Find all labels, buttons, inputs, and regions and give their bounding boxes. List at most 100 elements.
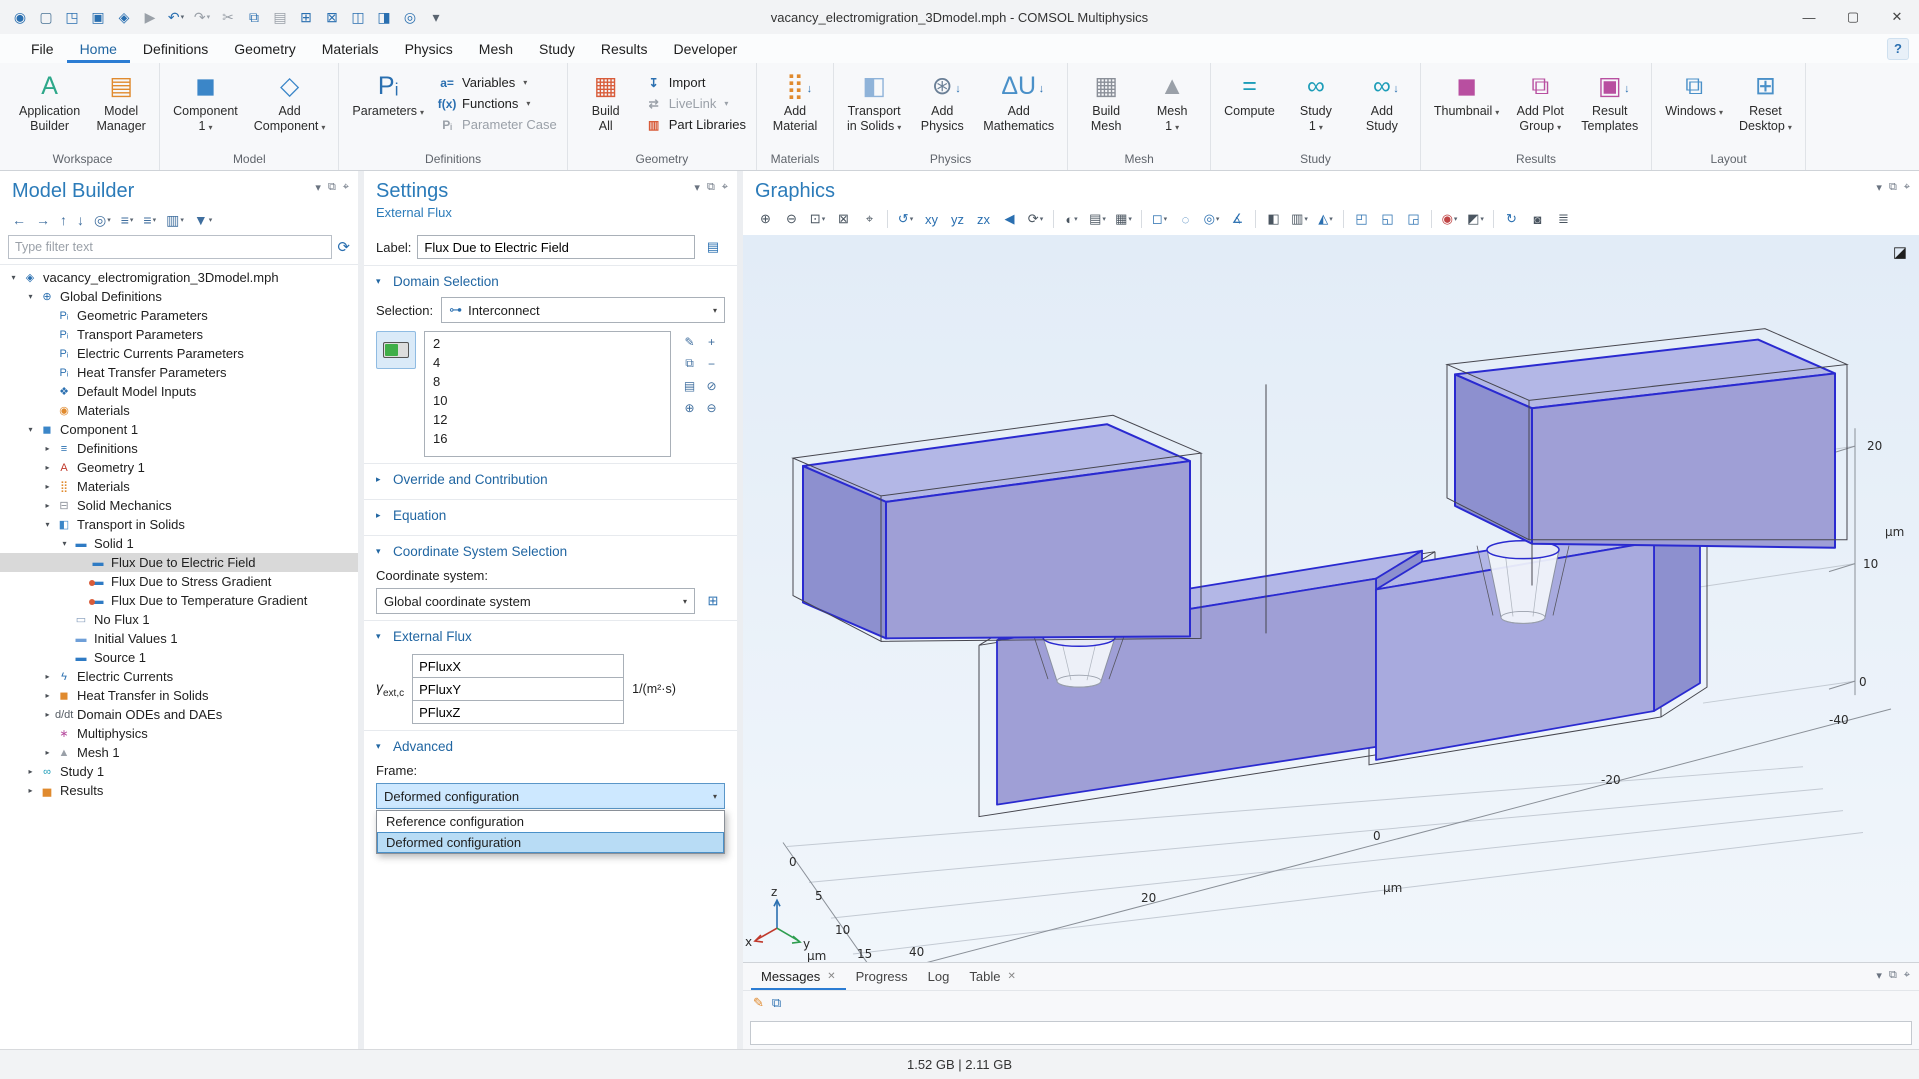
tree-caret-icon[interactable]: ▸: [40, 444, 55, 453]
thumbnail-button[interactable]: ◼Thumbnail▾: [1427, 66, 1506, 120]
back-button[interactable]: ←: [8, 209, 30, 231]
model-manager-button[interactable]: ▤ModelManager: [89, 66, 153, 134]
plot-settings-icon[interactable]: ◪: [1893, 243, 1907, 261]
tree-caret-icon[interactable]: ▸: [40, 482, 55, 491]
hide-objects-button[interactable]: ◭▾: [1313, 207, 1338, 231]
application-builder-button[interactable]: AApplicationBuilder: [12, 66, 87, 134]
tree-caret-icon[interactable]: ▾: [23, 292, 38, 301]
pin-panel-icon[interactable]: ⌖: [1904, 181, 1910, 194]
parameters-button[interactable]: PᵢParameters▾: [345, 66, 431, 120]
domain-list-item[interactable]: 4: [425, 353, 670, 372]
domain-list[interactable]: 248101216: [424, 331, 671, 457]
active-selection-toggle[interactable]: [376, 331, 416, 369]
tree-item-component-1[interactable]: ▾◼Component 1: [0, 420, 358, 439]
tree-item-solid-1[interactable]: ▾▬Solid 1: [0, 534, 358, 553]
menu-home[interactable]: Home: [67, 34, 130, 63]
tree-item-domain-odes-and-daes[interactable]: ▸d/dtDomain ODEs and DAEs: [0, 705, 358, 724]
close-tab-icon[interactable]: ✕: [827, 971, 835, 982]
tree-item-default-model-inputs[interactable]: ❖Default Model Inputs: [0, 382, 358, 401]
tree-item-flux-due-to-stress-gradient[interactable]: ▬Flux Due to Stress Gradient: [0, 572, 358, 591]
collapse-button[interactable]: ≡▾: [139, 209, 160, 231]
tree-item-definitions[interactable]: ▸≡Definitions: [0, 439, 358, 458]
delete-button[interactable]: ⊠: [320, 4, 344, 30]
tree-item-materials[interactable]: ▸⣿Materials: [0, 477, 358, 496]
create-selection-button[interactable]: ✎: [679, 331, 700, 352]
maximize-button[interactable]: ▢: [1831, 1, 1875, 34]
float-panel-icon[interactable]: ⧉: [1889, 969, 1897, 982]
add-component-button[interactable]: ◇AddComponent▾: [247, 66, 333, 135]
filter-button[interactable]: ▼▾: [190, 209, 216, 231]
add-physics-button[interactable]: ⊛↓AddPhysics: [910, 66, 974, 134]
view-zx-button[interactable]: zx: [971, 207, 996, 231]
tree-caret-icon[interactable]: ▾: [6, 273, 21, 282]
tree-item-transport-in-solids[interactable]: ▾◧Transport in Solids: [0, 515, 358, 534]
zoom-to-selection-button[interactable]: ⊕: [679, 397, 700, 418]
clear-log-button[interactable]: ✎: [753, 995, 764, 1011]
expand-button[interactable]: ≡▾: [117, 209, 138, 231]
domain-list-item[interactable]: 8: [425, 372, 670, 391]
study-1-button[interactable]: ∞Study1▾: [1284, 66, 1348, 135]
transport-in-solids-button[interactable]: ◧Transportin Solids▾: [840, 66, 908, 135]
pin-panel-icon[interactable]: ⌖: [343, 181, 349, 194]
tree-caret-icon[interactable]: ▾: [40, 520, 55, 529]
domain-list-item[interactable]: 10: [425, 391, 670, 410]
tab-table[interactable]: Table✕: [959, 963, 1025, 990]
tree-item-electric-currents[interactable]: ▸ϟElectric Currents: [0, 667, 358, 686]
flux-y-input[interactable]: [412, 677, 624, 700]
menu-physics[interactable]: Physics: [392, 34, 466, 63]
tree-item-materials[interactable]: ◉Materials: [0, 401, 358, 420]
duplicate-button[interactable]: ⊞: [294, 4, 318, 30]
menu-definitions[interactable]: Definitions: [130, 34, 221, 63]
tree-item-no-flux-1[interactable]: ▭No Flux 1: [0, 610, 358, 629]
collapse-panel-icon[interactable]: ▾: [1876, 181, 1882, 194]
forward-button[interactable]: →: [32, 209, 54, 231]
build-mesh-button[interactable]: ▦BuildMesh: [1074, 66, 1138, 134]
section-coordinate-system[interactable]: ▾ Coordinate System Selection: [364, 535, 737, 565]
select-lasso-button[interactable]: ◌: [1173, 207, 1198, 231]
float-panel-icon[interactable]: ⧉: [1889, 181, 1897, 194]
flux-z-input[interactable]: [412, 700, 624, 724]
tree-item-heat-transfer-parameters[interactable]: PᵢHeat Transfer Parameters: [0, 363, 358, 382]
tab-log[interactable]: Log: [918, 963, 960, 990]
view-xy-button[interactable]: xy: [919, 207, 944, 231]
menu-developer[interactable]: Developer: [661, 34, 751, 63]
tree-item-geometric-parameters[interactable]: PᵢGeometric Parameters: [0, 306, 358, 325]
measure-button[interactable]: ∡: [1225, 207, 1250, 231]
tree-caret-icon[interactable]: ▾: [57, 539, 72, 548]
copy-button[interactable]: ⧉: [242, 4, 266, 30]
frame-option-deformed-configuration[interactable]: Deformed configuration: [377, 832, 724, 853]
coordinate-settings-button[interactable]: ⊞: [701, 590, 725, 612]
pin-panel-icon[interactable]: ⌖: [1904, 969, 1910, 982]
tree-item-initial-values-1[interactable]: ▬Initial Values 1: [0, 629, 358, 648]
selection-combo[interactable]: ⊶ Interconnect ▾: [441, 297, 725, 323]
tree-item-results[interactable]: ▸▅Results: [0, 781, 358, 800]
close-button[interactable]: ✕: [1875, 1, 1919, 34]
color-theme-button[interactable]: ▤▾: [1085, 207, 1110, 231]
tree-item-mesh-1[interactable]: ▸▲Mesh 1: [0, 743, 358, 762]
split-view-button[interactable]: ◰: [1349, 207, 1374, 231]
menu-study[interactable]: Study: [526, 34, 588, 63]
print-button[interactable]: ≣: [1551, 207, 1576, 231]
transparency-button[interactable]: ◧: [1261, 207, 1286, 231]
collapse-panel-icon[interactable]: ▾: [1876, 969, 1882, 982]
frame-option-reference-configuration[interactable]: Reference configuration: [377, 811, 724, 832]
wireframe-button[interactable]: ▥▾: [1287, 207, 1312, 231]
minimize-button[interactable]: —: [1787, 1, 1831, 34]
section-advanced[interactable]: ▾ Advanced: [364, 730, 737, 760]
tab-progress[interactable]: Progress: [846, 963, 918, 990]
build-all-button[interactable]: ▦BuildAll: [574, 66, 638, 134]
windows-button[interactable]: ⧉Windows▾: [1658, 66, 1730, 120]
section-domain-selection[interactable]: ▾ Domain Selection: [364, 265, 737, 295]
tree-item-transport-parameters[interactable]: PᵢTransport Parameters: [0, 325, 358, 344]
rotate-view-button[interactable]: ⟳▾: [1023, 207, 1048, 231]
tree-item-vacancy-electromigration-3dmodel-mph[interactable]: ▾◈vacancy_electromigration_3Dmodel.mph: [0, 268, 358, 287]
view-yz-button[interactable]: yz: [945, 207, 970, 231]
copy-selection-button[interactable]: ⧉: [679, 353, 700, 374]
move-up-button[interactable]: ↑: [56, 209, 71, 231]
menu-results[interactable]: Results: [588, 34, 661, 63]
first-frame-button[interactable]: ◀: [997, 207, 1022, 231]
zoom-box-button[interactable]: ⊡▾: [805, 207, 830, 231]
zoom-out-button[interactable]: ⊖: [779, 207, 804, 231]
select-node-button[interactable]: ◫: [346, 4, 370, 30]
tree-item-solid-mechanics[interactable]: ▸⊟Solid Mechanics: [0, 496, 358, 515]
